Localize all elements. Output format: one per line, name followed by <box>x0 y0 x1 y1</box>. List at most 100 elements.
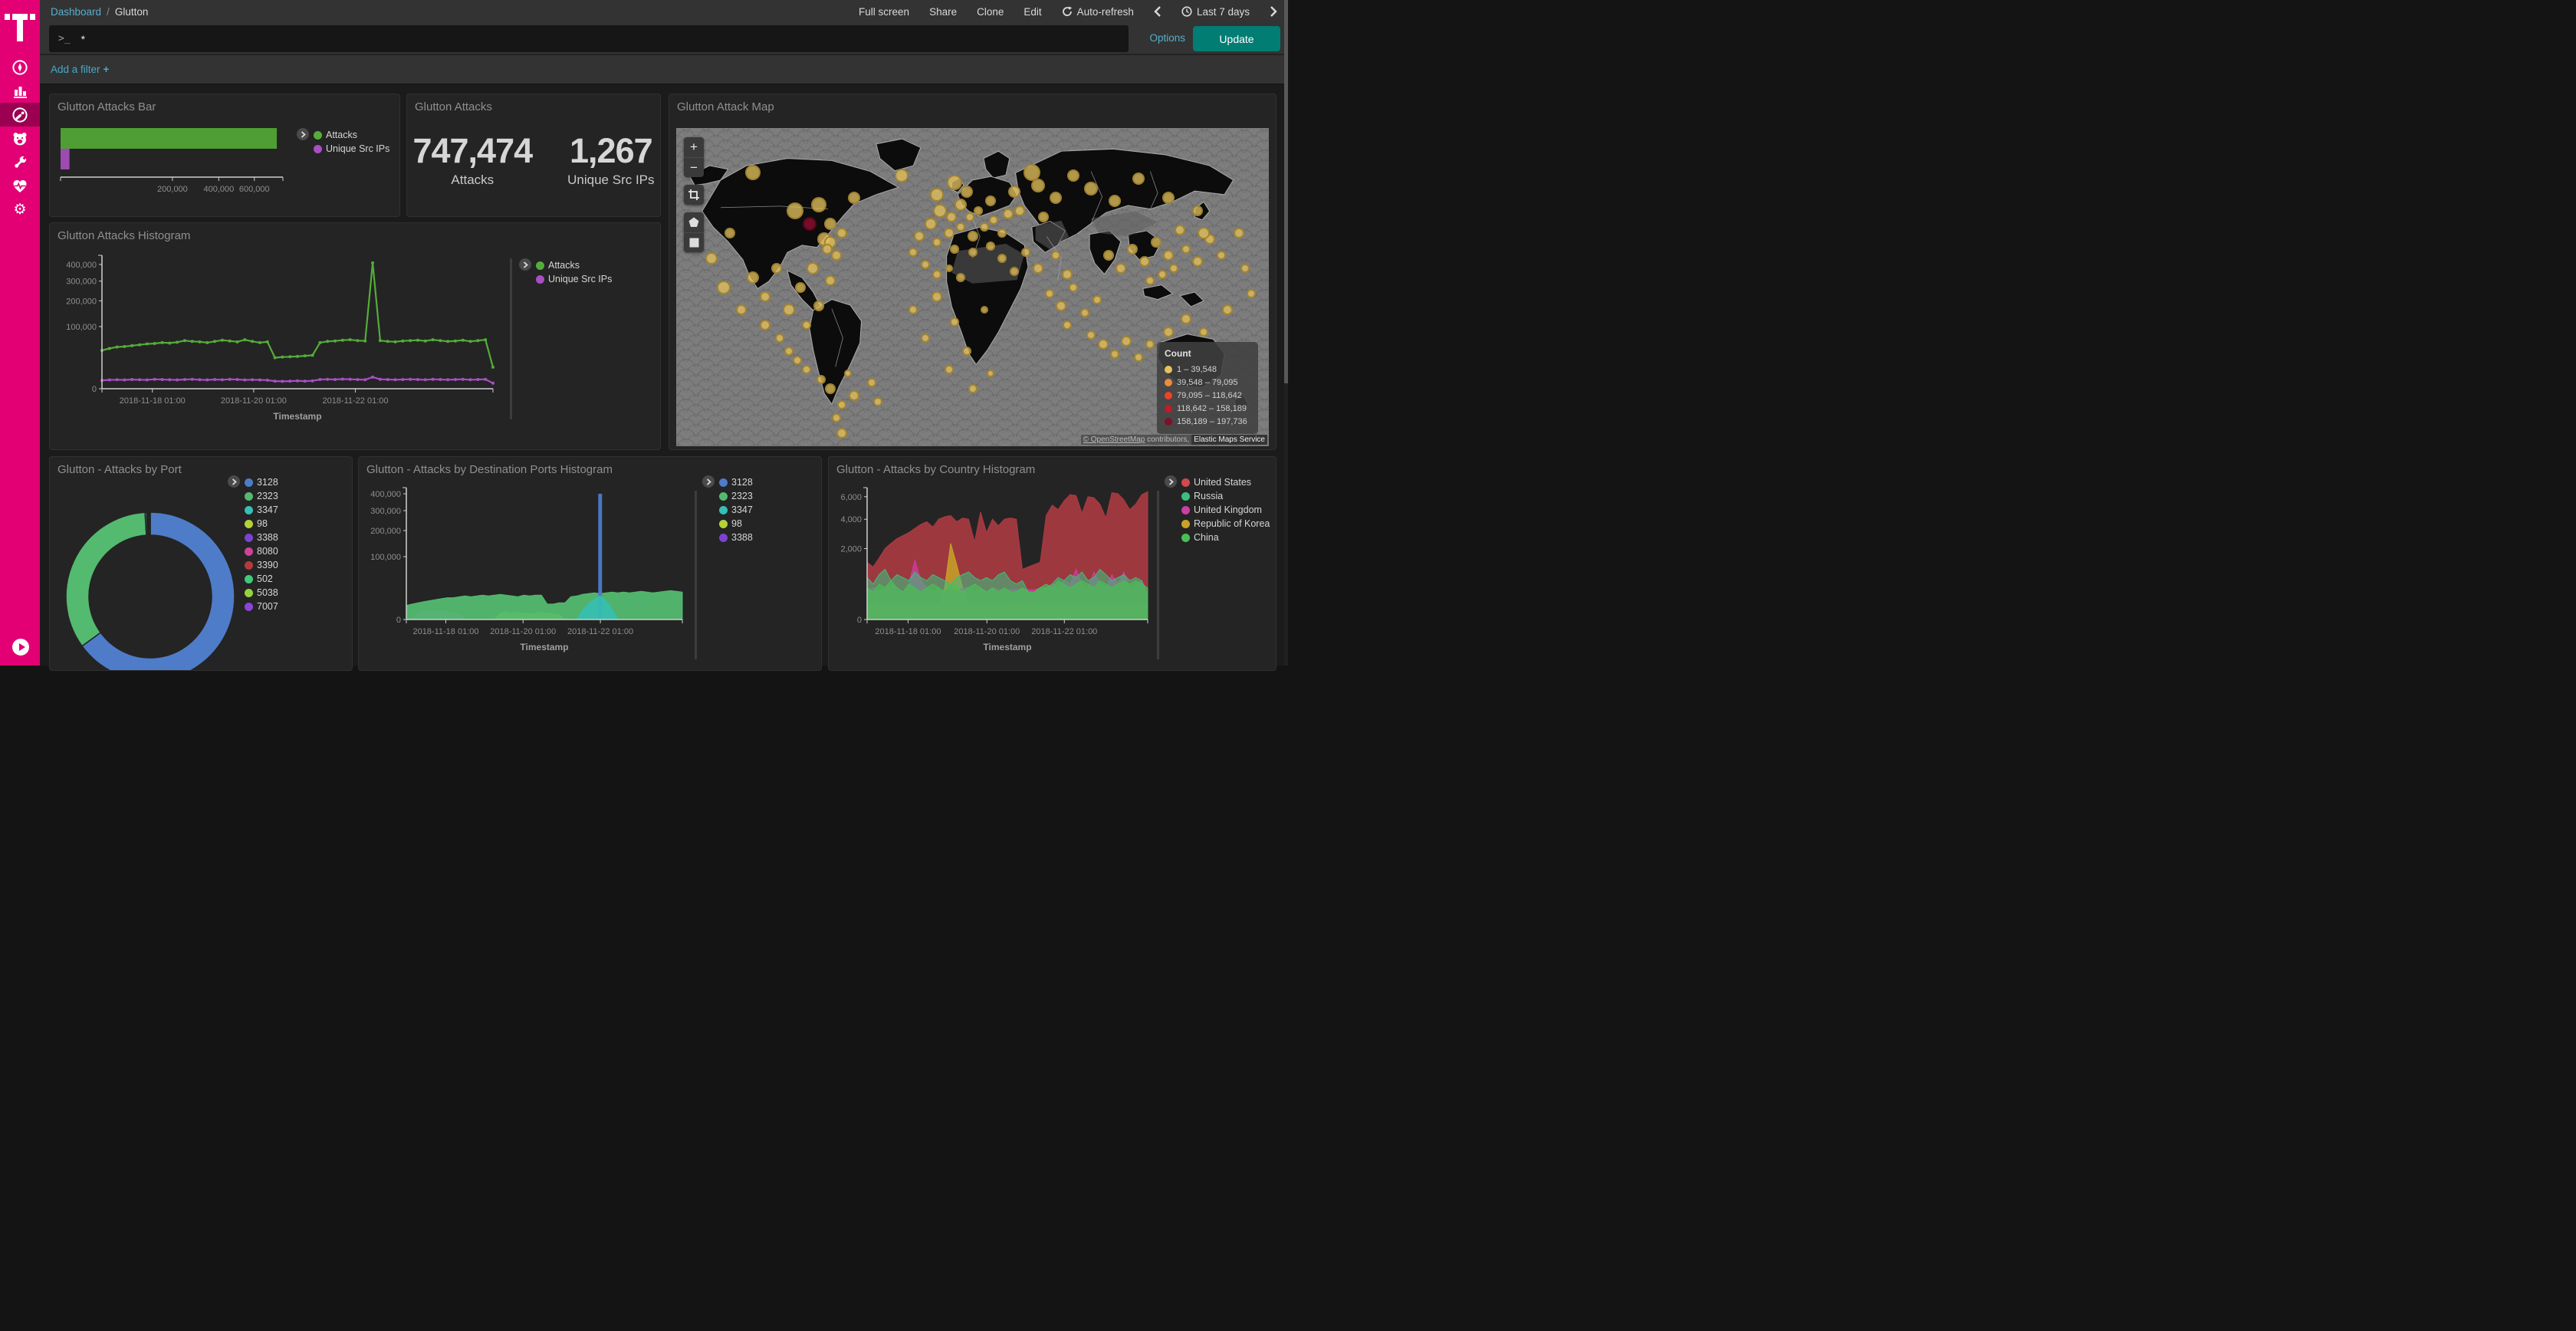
attacks-by-port-donut[interactable] <box>62 500 246 671</box>
attack-bubble[interactable] <box>784 347 794 356</box>
attack-bubble[interactable] <box>1010 267 1019 276</box>
legend-toggle-button[interactable] <box>228 475 240 488</box>
breadcrumb-dashboard[interactable]: Dashboard <box>51 6 101 18</box>
attack-bubble[interactable] <box>1051 251 1060 260</box>
attack-bubble[interactable] <box>807 262 819 274</box>
attack-bubble[interactable] <box>802 320 811 330</box>
attack-bubble[interactable] <box>1134 353 1143 362</box>
attack-bubble[interactable] <box>844 370 852 377</box>
legend-item[interactable]: Unique Src IPs <box>536 272 612 286</box>
attack-bubble[interactable] <box>1139 256 1150 267</box>
legend-item[interactable]: Unique Src IPs <box>314 142 389 156</box>
time-next-button[interactable] <box>1270 6 1277 17</box>
legend-item[interactable]: China <box>1181 531 1270 544</box>
attack-bubble[interactable] <box>1163 250 1174 261</box>
legend-item[interactable]: 2323 <box>245 489 278 503</box>
attack-bubble[interactable] <box>1063 320 1072 330</box>
attack-bubble[interactable] <box>1109 195 1121 207</box>
attack-bubble[interactable] <box>867 378 876 387</box>
attack-bubble-high[interactable] <box>803 217 816 231</box>
sidebar-item-dashboard[interactable] <box>0 103 40 127</box>
attack-bubble[interactable] <box>1014 205 1025 216</box>
attack-bubble[interactable] <box>783 304 795 316</box>
share-button[interactable]: Share <box>929 6 957 18</box>
legend-item[interactable]: 3390 <box>245 558 278 572</box>
t-mobile-logo-icon[interactable] <box>5 8 35 41</box>
attack-bubble[interactable] <box>747 271 759 284</box>
attack-bubble[interactable] <box>831 250 842 261</box>
options-link[interactable]: Options <box>1149 32 1185 44</box>
attack-bubble[interactable] <box>1086 330 1096 340</box>
legend-scrollbar[interactable] <box>510 258 512 419</box>
attack-bubble[interactable] <box>816 375 826 384</box>
ems-attribution-link[interactable]: Elastic Maps Service <box>1191 435 1267 445</box>
attack-bubble[interactable] <box>1240 264 1250 273</box>
legend-item[interactable]: 3347 <box>719 503 753 517</box>
legend-item[interactable]: 3128 <box>719 475 753 489</box>
attack-bubble[interactable] <box>1110 350 1119 359</box>
attack-bubble[interactable] <box>825 275 836 286</box>
attack-bubble[interactable] <box>914 231 925 242</box>
attack-bubble[interactable] <box>824 218 836 230</box>
attack-bubble[interactable] <box>986 242 995 251</box>
legend-item[interactable]: Russia <box>1181 489 1270 503</box>
attack-bubble[interactable] <box>813 301 824 311</box>
attack-bubble[interactable] <box>724 228 735 238</box>
attack-bubble[interactable] <box>932 238 941 247</box>
attack-bubble[interactable] <box>1050 192 1062 204</box>
attack-bubble[interactable] <box>921 260 930 269</box>
country-chart[interactable]: 02,0004,0006,0002018-11-18 01:002018-11-… <box>832 483 1154 671</box>
attack-bubble[interactable] <box>771 263 782 274</box>
legend-item[interactable]: 3128 <box>245 475 278 489</box>
legend-item[interactable]: 5038 <box>245 586 278 600</box>
attack-bubble[interactable] <box>1169 264 1178 273</box>
attack-bubble[interactable] <box>956 222 965 232</box>
attack-bubble[interactable] <box>909 305 918 314</box>
attack-bubble[interactable] <box>745 165 761 180</box>
attack-bubble[interactable] <box>1092 295 1102 304</box>
legend-item[interactable]: 502 <box>245 572 278 586</box>
attack-bubble[interactable] <box>1198 227 1210 239</box>
attack-bubble[interactable] <box>1162 192 1175 204</box>
legend-item[interactable]: 2323 <box>719 489 753 503</box>
search-input[interactable]: >_ * <box>49 25 1129 52</box>
edit-button[interactable]: Edit <box>1024 6 1041 18</box>
sidebar-item-visualize[interactable] <box>0 79 40 103</box>
attack-bubble[interactable] <box>1008 186 1020 198</box>
sidebar-item-dev-tools[interactable] <box>0 150 40 174</box>
attack-bubble[interactable] <box>1045 289 1054 298</box>
attack-bubble[interactable] <box>1069 283 1078 292</box>
attack-bubble[interactable] <box>1199 327 1208 337</box>
attack-bubble[interactable] <box>965 212 974 222</box>
attack-bubble[interactable] <box>1163 327 1174 337</box>
map-zoom-in-button[interactable]: + <box>684 137 704 157</box>
attack-bubble[interactable] <box>1234 228 1244 238</box>
sidebar-item-discover[interactable] <box>0 55 40 79</box>
legend-item[interactable]: United States <box>1181 475 1270 489</box>
attack-bubble[interactable] <box>1181 314 1191 324</box>
dest-ports-chart[interactable]: 0100,000200,000300,000400,0002018-11-18 … <box>366 483 688 671</box>
attack-bubble[interactable] <box>997 254 1007 263</box>
sidebar-item-monitoring[interactable] <box>0 174 40 198</box>
attack-bubble[interactable] <box>1217 251 1226 260</box>
attack-bubble[interactable] <box>811 197 826 212</box>
attack-bubble[interactable] <box>1145 340 1155 349</box>
attacks-histogram-chart[interactable]: 0100,000200,000300,000400,0002018-11-18 … <box>59 249 504 441</box>
attack-bubble[interactable] <box>945 265 953 272</box>
attack-bubble[interactable] <box>925 218 937 230</box>
attack-bubble[interactable] <box>1062 269 1073 280</box>
attack-bubble[interactable] <box>944 228 955 238</box>
world-map[interactable]: + − <box>676 128 1269 446</box>
legend-item[interactable]: 98 <box>245 517 278 531</box>
attack-bubble[interactable] <box>836 428 847 439</box>
legend-item[interactable]: 3388 <box>245 531 278 544</box>
attack-bubble[interactable] <box>930 188 944 202</box>
attack-bubble[interactable] <box>848 192 860 204</box>
attack-bubble[interactable] <box>836 228 847 238</box>
attack-bubble[interactable] <box>968 384 978 393</box>
attack-bubble[interactable] <box>825 383 836 394</box>
attack-bubble[interactable] <box>1056 301 1066 311</box>
attack-bubble[interactable] <box>802 365 811 374</box>
time-prev-button[interactable] <box>1154 6 1162 17</box>
legend-toggle-button[interactable] <box>519 258 531 271</box>
